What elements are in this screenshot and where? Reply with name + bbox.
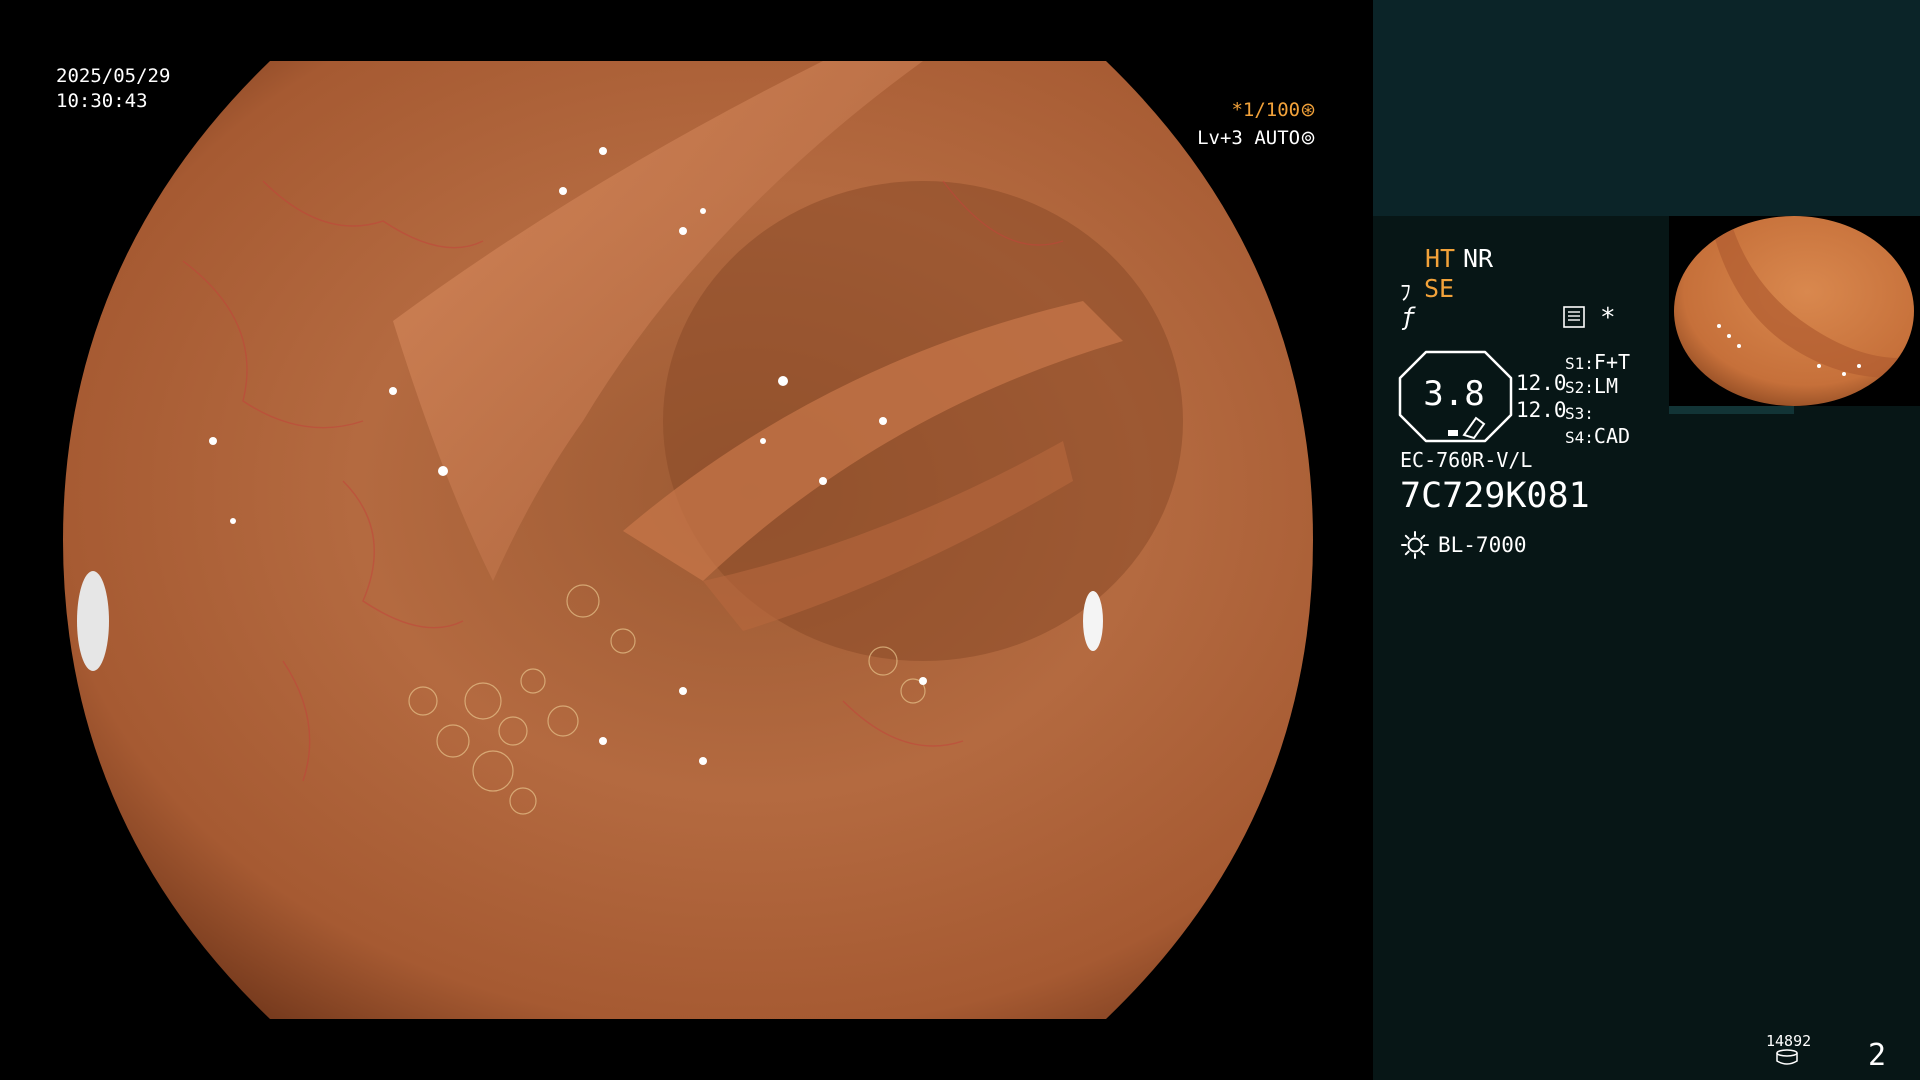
switch-value: LM bbox=[1593, 374, 1618, 398]
exam-time: 10:30:43 bbox=[56, 90, 148, 112]
scope-serial: 7C729K081 bbox=[1400, 476, 1590, 516]
disk-icon bbox=[1776, 1049, 1798, 1065]
setting-value-1: 12.0 bbox=[1516, 371, 1567, 395]
setting-value-2: 12.0 bbox=[1516, 398, 1567, 422]
switch-label: S4: bbox=[1565, 428, 1594, 447]
panel-header bbox=[1373, 0, 1920, 216]
capture-count: 14892 bbox=[1766, 1032, 1812, 1050]
gauge-value: 3.8 bbox=[1423, 374, 1485, 414]
page-number: 2 bbox=[1868, 1038, 1887, 1073]
brightness-indicator: Lv+3 AUTO⊚ bbox=[1197, 127, 1316, 149]
brightness-level: Lv+3 bbox=[1197, 127, 1243, 149]
switch-s4: S4:CAD bbox=[1565, 424, 1630, 448]
light-source: BL-7000 bbox=[1438, 533, 1527, 557]
se-indicator: SE bbox=[1424, 274, 1455, 303]
switch-label: S1: bbox=[1565, 354, 1594, 373]
iris-icon: ⊚ bbox=[1300, 127, 1316, 149]
date-time-block: 2025/05/29 10:30:43 bbox=[56, 64, 170, 114]
asterisk-indicator: * bbox=[1600, 303, 1616, 333]
endoscope-view bbox=[63, 61, 1313, 1019]
switch-value: F+T bbox=[1593, 350, 1631, 374]
switch-s3: S3: bbox=[1565, 400, 1594, 424]
switch-s2: S2:LM bbox=[1565, 374, 1618, 398]
shutter-speed: *1/100 bbox=[1231, 99, 1301, 121]
switch-label: S3: bbox=[1565, 404, 1594, 423]
aperture-icon: ⊛ bbox=[1300, 99, 1316, 121]
lightning-icon: ƒ bbox=[1401, 303, 1416, 331]
shutter-indicator: *1/100⊛ bbox=[1231, 99, 1316, 121]
exam-date: 2025/05/29 bbox=[56, 65, 171, 87]
auto-mode: AUTO bbox=[1254, 127, 1301, 149]
scope-model: EC-760R-V/L bbox=[1400, 448, 1533, 472]
report-icon bbox=[1563, 306, 1585, 328]
capture-thumbnail[interactable] bbox=[1669, 216, 1920, 406]
switch-label: S2: bbox=[1565, 378, 1594, 397]
sun-icon bbox=[1401, 531, 1429, 559]
nr-indicator: NR bbox=[1463, 244, 1494, 273]
thumbnail-bar bbox=[1669, 406, 1794, 414]
ht-indicator: HT bbox=[1425, 244, 1456, 273]
switch-s1: S1:F+T bbox=[1565, 350, 1630, 374]
switch-value: CAD bbox=[1593, 424, 1631, 448]
